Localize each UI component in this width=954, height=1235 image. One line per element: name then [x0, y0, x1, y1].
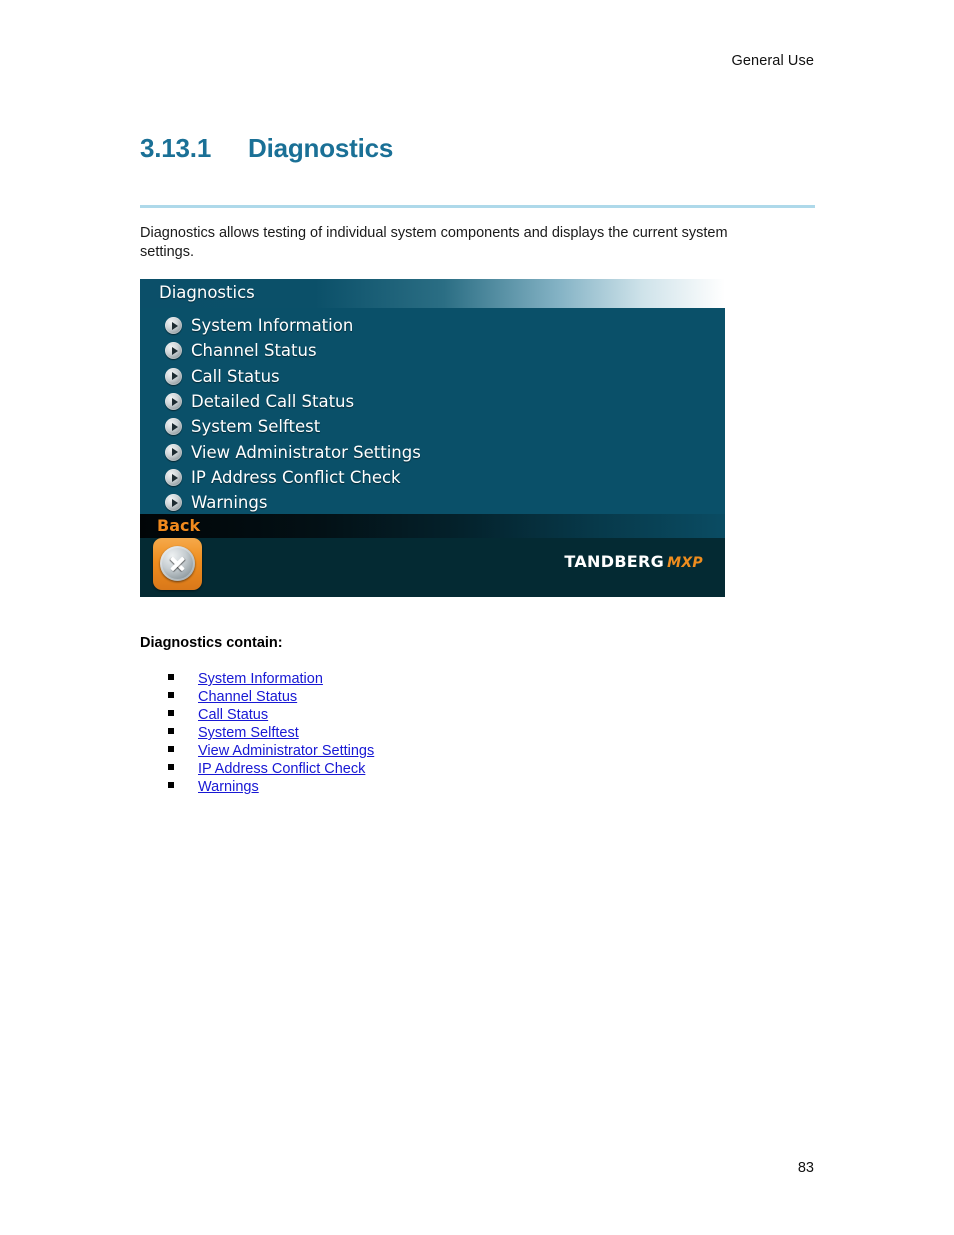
play-arrow-icon	[165, 418, 182, 436]
section-number: 3.13.1	[140, 133, 212, 163]
back-button-label: Back	[157, 516, 201, 535]
ui-menu-item-warnings[interactable]: Warnings	[140, 490, 725, 515]
square-bullet-icon	[168, 710, 174, 716]
square-bullet-icon	[168, 746, 174, 752]
ui-menu-item-system-information[interactable]: System Information	[140, 313, 725, 338]
ui-menu-item-label: IP Address Conflict Check	[191, 467, 401, 487]
list-item[interactable]: System Selftest	[140, 725, 640, 743]
document-page: General Use 3.13.1 Diagnostics Diagnostic…	[0, 0, 954, 1235]
list-item[interactable]: System Information	[140, 671, 640, 689]
page-title: 3.13.1 Diagnostics	[140, 133, 814, 164]
square-bullet-icon	[168, 764, 174, 770]
ui-menu-item-view-administrator-settings[interactable]: View Administrator Settings	[140, 439, 725, 464]
square-bullet-icon	[168, 674, 174, 680]
intro-paragraph: Diagnostics allows testing of individual…	[140, 225, 728, 260]
square-bullet-icon	[168, 728, 174, 734]
cross-reference-link-list: System Information Channel Status Call S…	[140, 671, 640, 797]
ui-menu-item-detailed-call-status[interactable]: Detailed Call Status	[140, 389, 725, 414]
ui-menu-item-label: View Administrator Settings	[191, 442, 421, 462]
ui-footer-bar: TANDBERG MXP	[140, 538, 725, 597]
ui-back-bar[interactable]: Back	[140, 514, 725, 538]
close-x-icon	[160, 546, 195, 581]
link-warnings[interactable]: Warnings	[198, 779, 259, 795]
link-system-information[interactable]: System Information	[198, 671, 323, 687]
play-arrow-icon	[165, 443, 182, 461]
ui-menu-item-ip-address-conflict-check[interactable]: IP Address Conflict Check	[140, 465, 725, 490]
ui-menu-item-label: Detailed Call Status	[191, 392, 355, 412]
ui-menu-item-system-selftest[interactable]: System Selftest	[140, 414, 725, 439]
page-number: 83	[797, 1160, 814, 1176]
list-item[interactable]: Call Status	[140, 707, 640, 725]
link-view-administrator-settings[interactable]: View Administrator Settings	[198, 743, 374, 759]
play-arrow-icon	[165, 342, 182, 360]
heading-divider	[140, 205, 815, 208]
link-channel-status[interactable]: Channel Status	[198, 689, 297, 705]
play-arrow-icon	[165, 367, 182, 385]
section-title: Diagnostics	[248, 133, 394, 163]
ui-menu-item-label: Channel Status	[191, 341, 317, 361]
list-item[interactable]: IP Address Conflict Check	[140, 761, 640, 779]
ui-menu-item-channel-status[interactable]: Channel Status	[140, 338, 725, 363]
ui-menu-item-call-status[interactable]: Call Status	[140, 364, 725, 389]
play-arrow-icon	[165, 393, 182, 411]
close-button[interactable]	[153, 538, 202, 590]
link-call-status[interactable]: Call Status	[198, 707, 268, 723]
ui-title-bar: Diagnostics	[140, 279, 725, 308]
play-arrow-icon	[165, 468, 182, 486]
ui-menu-item-label: Call Status	[191, 366, 280, 386]
link-ip-address-conflict-check[interactable]: IP Address Conflict Check	[198, 761, 365, 777]
logo-brand-text: TANDBERG	[564, 552, 665, 571]
list-item[interactable]: View Administrator Settings	[140, 743, 640, 761]
ui-menu-item-label: System Information	[191, 316, 354, 336]
running-header: General Use	[731, 53, 814, 69]
ui-menu-item-label: System Selftest	[191, 417, 321, 437]
ui-menu-list: System Information Channel Status Call S…	[140, 308, 725, 514]
contains-heading: Diagnostics contain:	[140, 635, 283, 651]
list-item[interactable]: Channel Status	[140, 689, 640, 707]
play-arrow-icon	[165, 317, 182, 335]
link-system-selftest[interactable]: System Selftest	[198, 725, 299, 741]
ui-menu-title: Diagnostics	[159, 283, 255, 302]
logo-sub-text: MXP	[667, 555, 703, 571]
list-item[interactable]: Warnings	[140, 779, 640, 797]
square-bullet-icon	[168, 692, 174, 698]
square-bullet-icon	[168, 782, 174, 788]
tandberg-diagnostics-screenshot: Diagnostics System Information Channel S…	[140, 279, 725, 597]
play-arrow-icon	[165, 494, 182, 512]
tandberg-mxp-logo: TANDBERG MXP	[564, 552, 703, 571]
ui-menu-item-label: Warnings	[191, 493, 268, 513]
